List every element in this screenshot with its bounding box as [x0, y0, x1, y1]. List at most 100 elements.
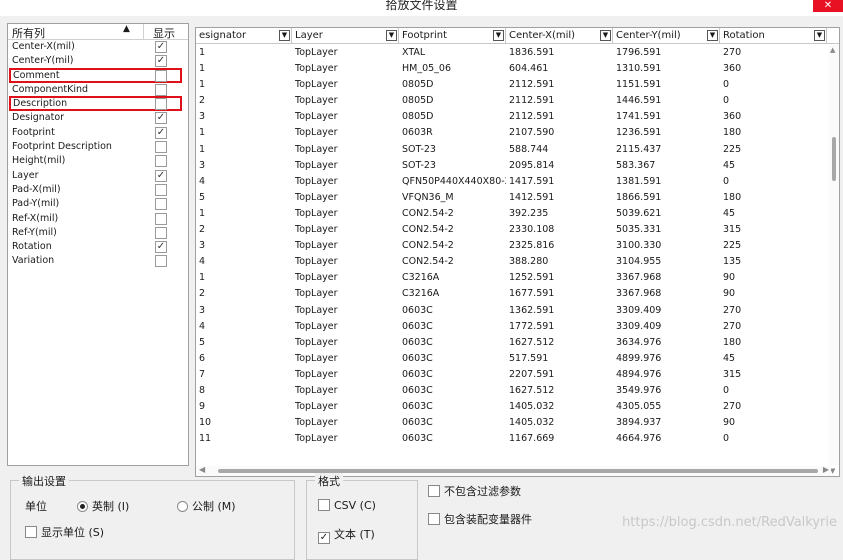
grid-column-header[interactable]: Center-Y(mil) ▼ [613, 28, 720, 44]
grid-column-header[interactable]: Center-X(mil) ▼ [506, 28, 613, 44]
show-column-checkbox[interactable] [155, 226, 167, 239]
table-row[interactable]: 6 TopLayer 0603C 517.591 4899.976 45 [196, 351, 831, 367]
table-row[interactable]: 3 TopLayer 0805D 2112.591 1741.591 360 [196, 109, 831, 125]
table-row[interactable]: 4 TopLayer CON2.54-2 388.280 3104.955 135 [196, 254, 831, 270]
table-row[interactable]: 5 TopLayer VFQN36_M 1412.591 1866.591 180 [196, 190, 831, 206]
horizontal-scroll-thumb[interactable] [218, 469, 818, 473]
column-item[interactable]: Center-X(mil) ✓ [8, 40, 188, 54]
table-cell: 180 [723, 191, 742, 203]
column-item[interactable]: Pad-X(mil) [8, 183, 188, 197]
table-cell: VFQN36_M [402, 191, 454, 203]
show-column-checkbox[interactable] [155, 198, 167, 211]
filter-dropdown-icon[interactable]: ▼ [279, 30, 290, 41]
table-row[interactable]: 4 TopLayer 0603C 1772.591 3309.409 270 [196, 319, 831, 335]
filter-dropdown-icon[interactable]: ▼ [814, 30, 825, 41]
grid-column-header[interactable]: esignator ▼ [196, 28, 292, 44]
show-column-checkbox[interactable]: ✓ [155, 55, 167, 68]
metric-radio-dot[interactable] [177, 501, 188, 512]
all-columns-header[interactable]: 所有列 [12, 25, 45, 41]
table-row[interactable]: 1 TopLayer CON2.54-2 392.235 5039.621 45 [196, 206, 831, 222]
column-item[interactable]: Ref-Y(mil) [8, 226, 188, 240]
show-units-box[interactable] [25, 526, 37, 538]
table-row[interactable]: 3 TopLayer 0603C 1362.591 3309.409 270 [196, 303, 831, 319]
show-column-checkbox[interactable] [155, 98, 167, 111]
csv-box[interactable] [318, 499, 330, 511]
table-row[interactable]: 11 TopLayer 0603C 1167.669 4664.976 0 [196, 431, 831, 447]
table-cell: 3 [199, 304, 206, 316]
show-column-checkbox[interactable] [155, 212, 167, 225]
table-row[interactable]: 5 TopLayer 0603C 1627.512 3634.976 180 [196, 335, 831, 351]
table-cell: 1 [199, 272, 206, 284]
column-item[interactable]: Ref-X(mil) [8, 212, 188, 226]
filter-dropdown-icon[interactable]: ▼ [707, 30, 718, 41]
column-item[interactable]: Variation [8, 254, 188, 268]
column-item[interactable]: ComponentKind [8, 83, 188, 97]
table-row[interactable]: 1 TopLayer XTAL 1836.591 1796.591 270 [196, 45, 831, 61]
table-cell: 517.591 [509, 352, 549, 364]
close-button[interactable]: ✕ [813, 0, 843, 12]
grid-column-header[interactable]: Rotation ▼ [720, 28, 827, 44]
table-row[interactable]: 9 TopLayer 0603C 1405.032 4305.055 270 [196, 399, 831, 415]
table-row[interactable]: 1 TopLayer 0805D 2112.591 1151.591 0 [196, 77, 831, 93]
table-row[interactable]: 1 TopLayer C3216A 1252.591 3367.968 90 [196, 270, 831, 286]
table-row[interactable]: 7 TopLayer 0603C 2207.591 4894.976 315 [196, 367, 831, 383]
grid-column-header[interactable]: Layer ▼ [292, 28, 399, 44]
show-units-checkbox[interactable]: 显示单位 (S) [25, 524, 104, 540]
column-item[interactable]: Designator ✓ [8, 111, 188, 125]
show-column-checkbox[interactable]: ✓ [155, 241, 167, 254]
table-row[interactable]: 2 TopLayer C3216A 1677.591 3367.968 90 [196, 286, 831, 302]
column-item[interactable]: Rotation ✓ [8, 240, 188, 254]
table-row[interactable]: 2 TopLayer 0805D 2112.591 1446.591 0 [196, 93, 831, 109]
scroll-left-icon[interactable]: ◀ [199, 465, 205, 474]
column-item[interactable]: Footprint Description [8, 140, 188, 154]
table-cell: 5039.621 [616, 207, 662, 219]
column-item[interactable]: Footprint ✓ [8, 126, 188, 140]
csv-checkbox[interactable]: CSV (C) [318, 499, 376, 512]
text-checkbox[interactable]: ✓ 文本 (T) [318, 526, 375, 544]
show-column-checkbox[interactable] [155, 255, 167, 268]
column-item[interactable]: Center-Y(mil) ✓ [8, 54, 188, 68]
scroll-right-icon[interactable]: ▶ [823, 465, 829, 474]
table-cell: TopLayer [295, 320, 338, 332]
metric-radio[interactable]: 公制 (M) [177, 498, 236, 514]
column-item[interactable]: Pad-Y(mil) [8, 197, 188, 211]
show-column-checkbox[interactable] [155, 141, 167, 154]
show-column-checkbox[interactable]: ✓ [155, 41, 167, 53]
show-column-checkbox[interactable] [155, 155, 167, 168]
table-row[interactable]: 3 TopLayer SOT-23 2095.814 583.367 45 [196, 158, 831, 174]
show-column-checkbox[interactable]: ✓ [155, 112, 167, 125]
horizontal-scrollbar[interactable]: ◀ ▶ [196, 465, 831, 476]
filter-dropdown-icon[interactable]: ▼ [386, 30, 397, 41]
include-variants-box[interactable] [428, 513, 440, 525]
table-row[interactable]: 3 TopLayer CON2.54-2 2325.816 3100.330 225 [196, 238, 831, 254]
show-column-checkbox[interactable]: ✓ [155, 169, 167, 182]
column-item[interactable]: Height(mil) [8, 154, 188, 168]
table-row[interactable]: 4 TopLayer QFN50P440X440X80-24 1417.591 1381… [196, 174, 831, 190]
table-row[interactable]: 8 TopLayer 0603C 1627.512 3549.976 0 [196, 383, 831, 399]
imperial-radio-dot[interactable] [77, 501, 88, 512]
filter-dropdown-icon[interactable]: ▼ [493, 30, 504, 41]
exclude-filter-box[interactable] [428, 485, 440, 497]
table-row[interactable]: 1 TopLayer 0603R 2107.590 1236.591 180 [196, 125, 831, 141]
table-row[interactable]: 2 TopLayer CON2.54-2 2330.108 5035.331 315 [196, 222, 831, 238]
include-variants-checkbox[interactable]: 包含装配变量器件 [428, 511, 532, 527]
column-item[interactable]: Layer ✓ [8, 169, 188, 183]
scroll-up-icon[interactable]: ▲ [830, 46, 835, 54]
show-header[interactable]: 显示 [153, 25, 175, 41]
show-column-checkbox[interactable]: ✓ [155, 126, 167, 139]
vertical-scroll-thumb[interactable] [832, 137, 836, 181]
imperial-radio[interactable]: 英制 (I) [77, 498, 129, 514]
column-item[interactable]: Description [8, 96, 188, 112]
table-row[interactable]: 1 TopLayer SOT-23 588.744 2115.437 225 [196, 142, 831, 158]
column-item[interactable]: Comment [8, 67, 188, 83]
text-box[interactable]: ✓ [318, 532, 330, 544]
vertical-scrollbar[interactable]: ▲ ▼ [829, 45, 839, 475]
show-column-checkbox[interactable] [155, 69, 167, 82]
show-column-checkbox[interactable] [155, 183, 167, 196]
filter-dropdown-icon[interactable]: ▼ [600, 30, 611, 41]
exclude-filter-checkbox[interactable]: 不包含过滤参数 [428, 483, 521, 499]
grid-column-header[interactable]: Footprint ▼ [399, 28, 506, 44]
show-column-checkbox[interactable] [155, 83, 167, 96]
table-row[interactable]: 10 TopLayer 0603C 1405.032 3894.937 90 [196, 415, 831, 431]
table-row[interactable]: 1 TopLayer HM_05_06 604.461 1310.591 360 [196, 61, 831, 77]
